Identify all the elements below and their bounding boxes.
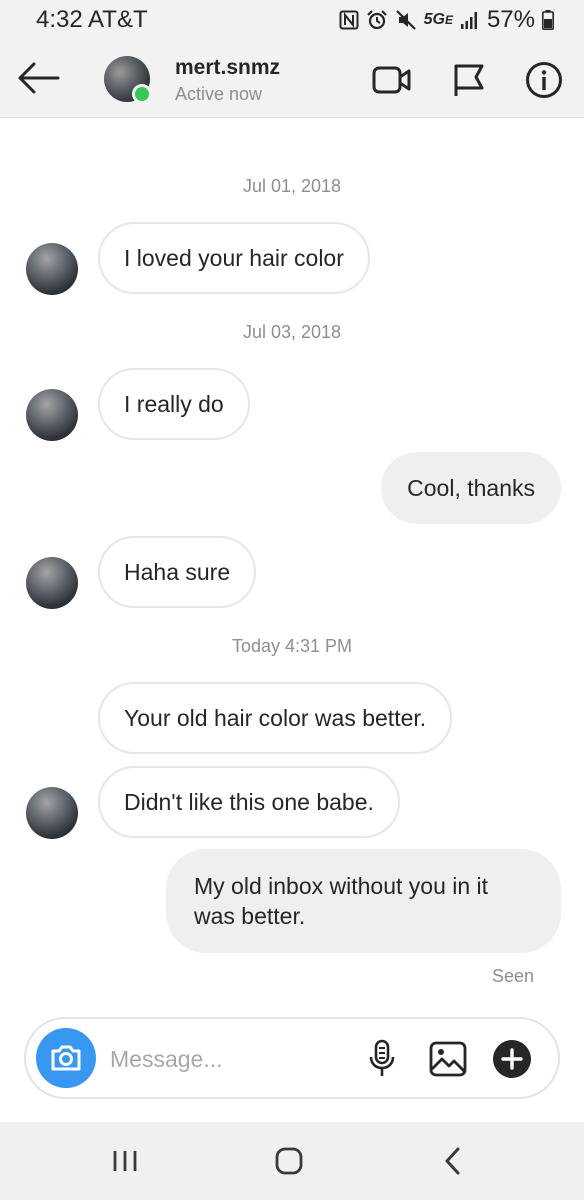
message-bubble-received[interactable]: I really do	[98, 368, 250, 440]
nfc-icon	[339, 10, 359, 30]
contact-name[interactable]: mert.snmz	[175, 56, 280, 80]
back-icon	[445, 1147, 460, 1175]
video-camera-icon	[372, 66, 411, 94]
sender-avatar[interactable]	[26, 389, 78, 441]
home-button[interactable]	[264, 1140, 314, 1182]
alarm-icon	[366, 9, 388, 31]
system-back-button[interactable]	[428, 1140, 478, 1182]
plus-icon	[493, 1040, 531, 1078]
seen-indicator: Seen	[491, 966, 534, 986]
camera-button[interactable]	[36, 1028, 96, 1088]
signal-icon	[460, 10, 480, 30]
camera-icon	[51, 1045, 81, 1071]
voice-message-button[interactable]	[360, 1037, 404, 1081]
video-call-button[interactable]	[370, 60, 414, 100]
home-icon	[275, 1147, 303, 1175]
flag-icon	[454, 64, 484, 96]
message-bubble-sent[interactable]: My old inbox without you in it was bette…	[166, 849, 561, 953]
report-button[interactable]	[446, 60, 490, 100]
sender-avatar[interactable]	[26, 787, 78, 839]
network-suffix: E	[444, 13, 453, 27]
conversation-header: mert.snmz Active now	[0, 40, 584, 118]
status-bar: 4:32 AT&T 5GE 57%	[0, 0, 584, 40]
contact-status: Active now	[175, 84, 263, 104]
network-label: 5G	[423, 11, 445, 28]
message-bubble-received[interactable]: Haha sure	[98, 536, 257, 608]
mute-icon	[395, 9, 417, 31]
status-time: 4:32 AT&T	[36, 6, 148, 33]
date-separator: Today 4:31 PM	[231, 636, 353, 656]
recent-apps-icon	[113, 1151, 137, 1171]
message-input[interactable]	[110, 1041, 350, 1077]
back-button[interactable]	[14, 58, 62, 98]
status-icons: 5GE 57%	[339, 6, 554, 34]
sender-avatar[interactable]	[26, 557, 78, 609]
info-icon	[526, 62, 562, 98]
back-arrow-icon	[18, 62, 60, 94]
message-bubble-received[interactable]: I loved your hair color	[98, 222, 370, 294]
more-options-button[interactable]	[490, 1037, 534, 1081]
network-type: 5GE	[424, 11, 453, 29]
system-nav-bar	[0, 1122, 584, 1200]
message-bubble-received[interactable]: Didn't like this one babe.	[98, 766, 400, 838]
microphone-icon	[369, 1039, 395, 1076]
sender-avatar[interactable]	[26, 243, 78, 295]
message-bubble-sent[interactable]: Cool, thanks	[381, 452, 561, 524]
battery-level: 57%	[486, 6, 535, 33]
online-indicator	[132, 84, 152, 104]
date-separator: Jul 03, 2018	[242, 322, 342, 342]
battery-icon	[542, 10, 554, 30]
message-composer	[24, 1017, 560, 1099]
recent-apps-button[interactable]	[100, 1140, 150, 1182]
gallery-button[interactable]	[426, 1037, 470, 1081]
message-bubble-received[interactable]: Your old hair color was better.	[98, 682, 453, 754]
info-button[interactable]	[522, 60, 566, 100]
gallery-icon	[429, 1041, 467, 1077]
date-separator: Jul 01, 2018	[242, 176, 342, 196]
